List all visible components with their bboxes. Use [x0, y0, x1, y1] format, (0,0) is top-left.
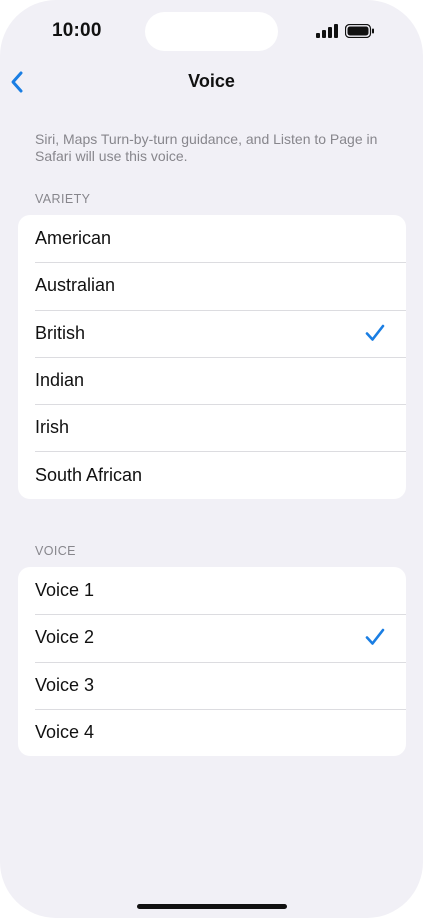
variety-option-label: American — [35, 228, 112, 249]
voice-description: Siri, Maps Turn-by-turn guidance, and Li… — [35, 131, 378, 164]
variety-option-american[interactable]: American — [18, 215, 406, 262]
voice-option-4[interactable]: Voice 4 — [18, 708, 406, 756]
status-bar: 10:00 — [0, 0, 423, 62]
home-indicator[interactable] — [137, 904, 287, 909]
voice-option-label: Voice 2 — [35, 627, 95, 648]
variety-option-indian[interactable]: Indian — [18, 356, 406, 404]
phone-screen: 10:00 Voice Siri, Maps Turn-by-turn guid… — [0, 0, 423, 918]
checkmark-icon — [365, 324, 385, 341]
variety-option-south-african[interactable]: South African — [18, 451, 406, 498]
navigation-bar: Voice — [0, 62, 423, 102]
variety-option-label: Irish — [35, 417, 70, 438]
dynamic-island — [145, 12, 278, 51]
voice-option-2[interactable]: Voice 2 — [18, 614, 406, 661]
voice-option-label: Voice 3 — [35, 674, 95, 695]
variety-option-irish[interactable]: Irish — [18, 404, 406, 451]
variety-section-header: VARIETY — [35, 192, 91, 206]
cellular-signal-icon — [316, 24, 338, 38]
battery-icon — [345, 24, 374, 38]
variety-option-label: British — [35, 322, 86, 343]
voice-option-3[interactable]: Voice 3 — [18, 661, 406, 709]
voice-option-label: Voice 4 — [35, 722, 95, 743]
voice-list: Voice 1 Voice 2 Voice 3 Voice 4 — [18, 567, 406, 757]
variety-option-australian[interactable]: Australian — [18, 262, 406, 309]
voice-section-header: VOICE — [35, 544, 76, 558]
variety-option-british[interactable]: British — [18, 309, 406, 357]
variety-option-label: South African — [35, 464, 143, 485]
variety-option-label: Indian — [35, 370, 85, 391]
status-time: 10:00 — [52, 20, 102, 41]
voice-option-label: Voice 1 — [35, 580, 95, 601]
variety-option-label: Australian — [35, 275, 116, 296]
checkmark-icon — [365, 628, 385, 646]
variety-list: American Australian British Indian Irish… — [18, 215, 406, 499]
voice-option-1[interactable]: Voice 1 — [18, 567, 406, 614]
page-title: Voice — [188, 71, 235, 91]
